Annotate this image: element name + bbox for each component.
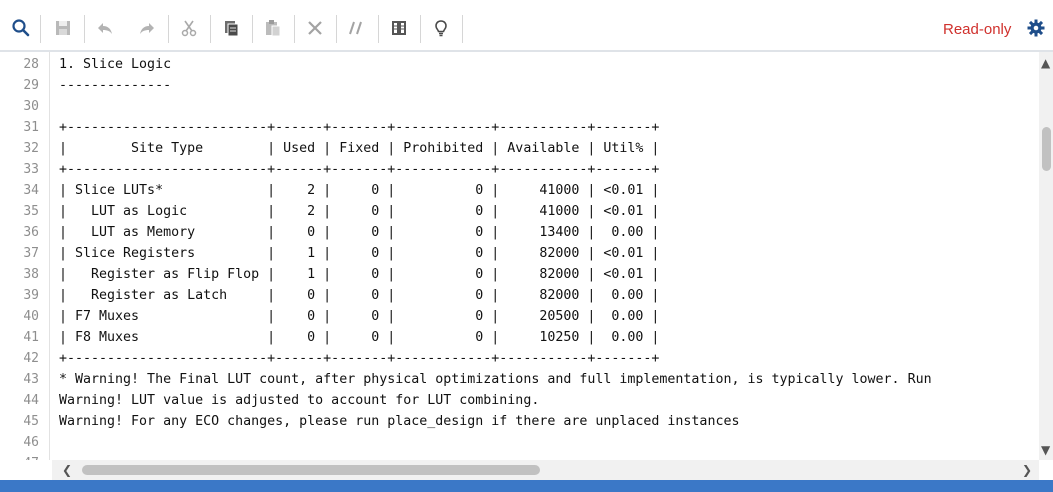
line-number: 31: [23, 120, 39, 135]
redo-icon[interactable]: [133, 14, 161, 42]
code-line: Warning! For any ECO changes, please run…: [59, 414, 740, 429]
toolbar-divider: [378, 15, 379, 43]
scroll-up-icon[interactable]: ▲: [1041, 57, 1050, 69]
code-line: --------------: [59, 78, 172, 93]
save-icon[interactable]: [49, 14, 77, 42]
line-number: 39: [23, 288, 39, 303]
line-number: 38: [23, 267, 39, 282]
gear-icon[interactable]: [1026, 18, 1046, 38]
line-number-gutter: 28 29 30 31 32 33 34 35 36 37 38 39 40 4…: [0, 52, 50, 460]
line-number: 36: [23, 225, 39, 240]
columns-icon[interactable]: [385, 14, 413, 42]
toolbar-divider: [462, 15, 463, 43]
code-line: | Register as Latch | 0 | 0 | 0 | 82000 …: [59, 288, 660, 303]
line-number: 29: [23, 78, 39, 93]
code-line: | Register as Flip Flop | 1 | 0 | 0 | 82…: [59, 267, 660, 282]
toolbar-divider: [294, 15, 295, 43]
line-number: 40: [23, 309, 39, 324]
toolbar-divider: [336, 15, 337, 43]
toolbar-divider: [252, 15, 253, 43]
copy-icon[interactable]: [217, 14, 245, 42]
vertical-scrollbar[interactable]: ▲ ▼: [1039, 52, 1053, 460]
code-line: | LUT as Memory | 0 | 0 | 0 | 13400 | 0.…: [59, 225, 660, 240]
scroll-down-icon[interactable]: ▼: [1041, 444, 1050, 456]
toolbar: Read-only: [0, 0, 1053, 52]
undo-icon[interactable]: [91, 14, 119, 42]
line-number: 45: [23, 414, 39, 429]
line-number: 41: [23, 330, 39, 345]
code-line: | Site Type | Used | Fixed | Prohibited …: [59, 141, 660, 156]
line-number: 37: [23, 246, 39, 261]
code-line: * Warning! The Final LUT count, after ph…: [59, 372, 932, 387]
line-number: 46: [23, 435, 39, 450]
line-number: 34: [23, 183, 39, 198]
line-number: 42: [23, 351, 39, 366]
toolbar-divider: [84, 15, 85, 43]
line-number: 33: [23, 162, 39, 177]
code-line: | Slice LUTs* | 2 | 0 | 0 | 41000 | <0.0…: [59, 183, 660, 198]
scroll-right-icon[interactable]: ❯: [1022, 464, 1032, 476]
bottom-status-bar: [0, 480, 1053, 492]
toolbar-divider: [168, 15, 169, 43]
line-number: 32: [23, 141, 39, 156]
code-line: | LUT as Logic | 2 | 0 | 0 | 41000 | <0.…: [59, 204, 660, 219]
code-line: +-------------------------+------+------…: [59, 162, 660, 177]
code-line: | F7 Muxes | 0 | 0 | 0 | 20500 | 0.00 |: [59, 309, 660, 324]
delete-icon[interactable]: [301, 14, 329, 42]
read-only-label: Read-only: [943, 21, 1012, 38]
line-number: 47: [0, 453, 39, 460]
code-line: 1. Slice Logic: [59, 57, 172, 72]
vertical-scroll-thumb[interactable]: [1042, 127, 1051, 171]
comment-icon[interactable]: [343, 14, 371, 42]
toolbar-divider: [210, 15, 211, 43]
code-line: Warning! LUT value is adjusted to accoun…: [59, 393, 540, 408]
toolbar-divider: [40, 15, 41, 43]
search-icon[interactable]: [7, 14, 35, 42]
cut-icon[interactable]: [175, 14, 203, 42]
scroll-left-icon[interactable]: ❮: [62, 464, 72, 476]
code-line: | Slice Registers | 1 | 0 | 0 | 82000 | …: [59, 246, 660, 261]
horizontal-scroll-thumb[interactable]: [82, 465, 540, 475]
line-number: 44: [23, 393, 39, 408]
code-line: +-------------------------+------+------…: [59, 351, 660, 366]
lightbulb-icon[interactable]: [427, 14, 455, 42]
toolbar-divider: [420, 15, 421, 43]
horizontal-scrollbar[interactable]: ❮ ❯: [52, 460, 1039, 480]
code-line: | F8 Muxes | 0 | 0 | 0 | 10250 | 0.00 |: [59, 330, 660, 345]
line-number: 43: [23, 372, 39, 387]
code-editor[interactable]: 28 29 30 31 32 33 34 35 36 37 38 39 40 4…: [0, 52, 1053, 460]
line-number: 35: [23, 204, 39, 219]
paste-icon[interactable]: [259, 14, 287, 42]
line-number: 28: [23, 57, 39, 72]
code-line: +-------------------------+------+------…: [59, 120, 660, 135]
line-number: 30: [23, 99, 39, 114]
